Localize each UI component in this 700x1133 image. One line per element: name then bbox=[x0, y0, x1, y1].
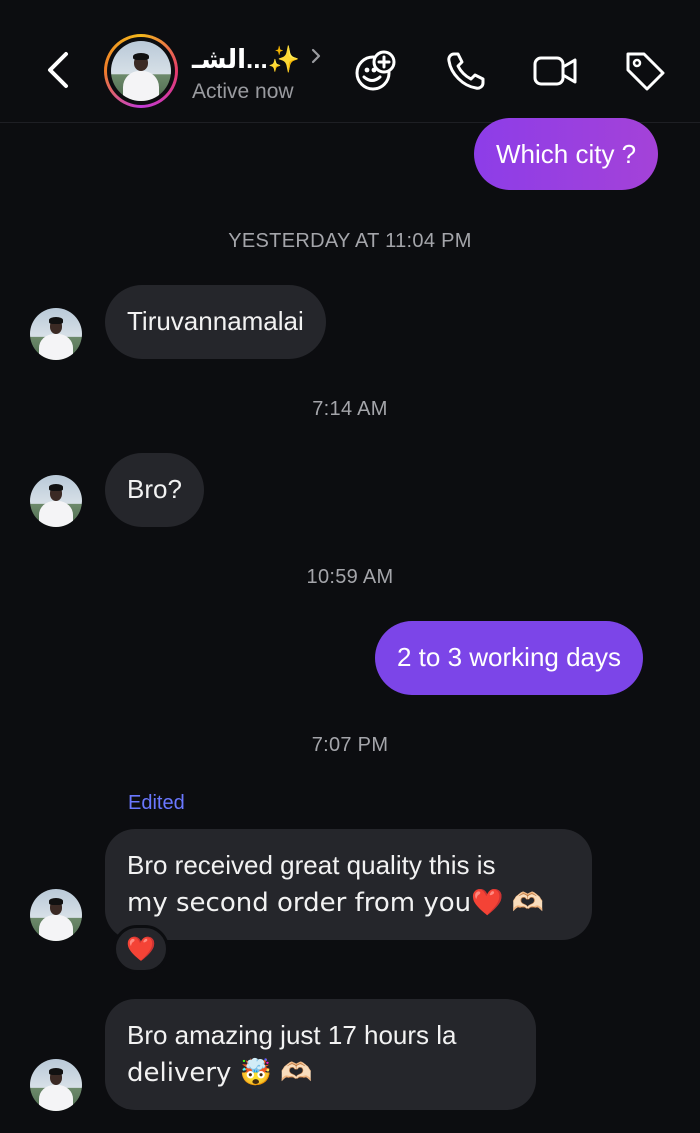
avatar-hair bbox=[132, 53, 150, 61]
timestamp: 7:14 AM bbox=[312, 398, 388, 420]
back-chevron-icon[interactable] bbox=[40, 50, 80, 90]
chat-header: الشـ...✨ Active now bbox=[0, 0, 700, 123]
message-bubble-incoming[interactable]: Tiruvannamalai bbox=[105, 285, 326, 359]
timestamp: 10:59 AM bbox=[306, 566, 394, 588]
message-text: Which city ? bbox=[496, 139, 637, 169]
contact-name[interactable]: الشـ...✨ bbox=[192, 44, 300, 75]
message-text-line: Bro amazing just 17 hours la bbox=[127, 1020, 457, 1050]
contact-avatar[interactable] bbox=[104, 34, 178, 108]
avatar-shirt bbox=[123, 71, 159, 101]
chat-screen: الشـ...✨ Active now Which city ? YESTERD… bbox=[0, 0, 700, 1133]
phone-icon[interactable] bbox=[443, 48, 489, 94]
message-bubble-outgoing[interactable]: 2 to 3 working days bbox=[375, 621, 644, 695]
sender-avatar[interactable] bbox=[30, 889, 82, 941]
avatar-shirt bbox=[39, 915, 73, 941]
timestamp: 7:07 PM bbox=[311, 734, 389, 756]
message-text-line: my second order from you❤️ 🫶🏻 bbox=[127, 888, 545, 918]
message-bubble-incoming[interactable]: Bro received great quality this is my se… bbox=[105, 829, 592, 940]
heart-icon: ❤️ bbox=[126, 935, 156, 963]
edited-label: Edited bbox=[128, 792, 185, 814]
message-text-line: delivery 🤯 🫶🏻 bbox=[127, 1058, 313, 1088]
message-bubble-incoming[interactable]: Bro amazing just 17 hours la delivery 🤯 … bbox=[105, 999, 536, 1110]
avatar-hair bbox=[48, 1068, 64, 1075]
add-game-icon[interactable] bbox=[352, 48, 398, 94]
sender-avatar[interactable] bbox=[30, 475, 82, 527]
sender-avatar[interactable] bbox=[30, 308, 82, 360]
message-bubble-outgoing[interactable]: Which city ? bbox=[474, 118, 659, 190]
avatar-inner bbox=[107, 37, 175, 105]
avatar-hair bbox=[48, 484, 64, 491]
message-text: Bro? bbox=[127, 474, 182, 504]
avatar-hair bbox=[48, 317, 64, 324]
avatar-hair bbox=[48, 898, 64, 905]
sender-avatar[interactable] bbox=[30, 1059, 82, 1111]
avatar-shirt bbox=[39, 1085, 73, 1111]
chevron-right-icon[interactable] bbox=[306, 44, 326, 68]
message-bubble-incoming[interactable]: Bro? bbox=[105, 453, 204, 527]
message-text: 2 to 3 working days bbox=[397, 642, 622, 672]
avatar-shirt bbox=[39, 501, 73, 527]
message-text: Tiruvannamalai bbox=[127, 306, 304, 336]
video-icon[interactable] bbox=[532, 48, 578, 94]
timestamp: YESTERDAY AT 11:04 PM bbox=[228, 230, 472, 252]
active-status: Active now bbox=[192, 80, 294, 103]
avatar-photo bbox=[111, 41, 171, 101]
heart-reaction-badge[interactable]: ❤️ bbox=[113, 925, 169, 973]
message-text-line: Bro received great quality this is bbox=[127, 850, 496, 880]
avatar-shirt bbox=[39, 334, 73, 360]
tag-icon[interactable] bbox=[622, 48, 668, 94]
